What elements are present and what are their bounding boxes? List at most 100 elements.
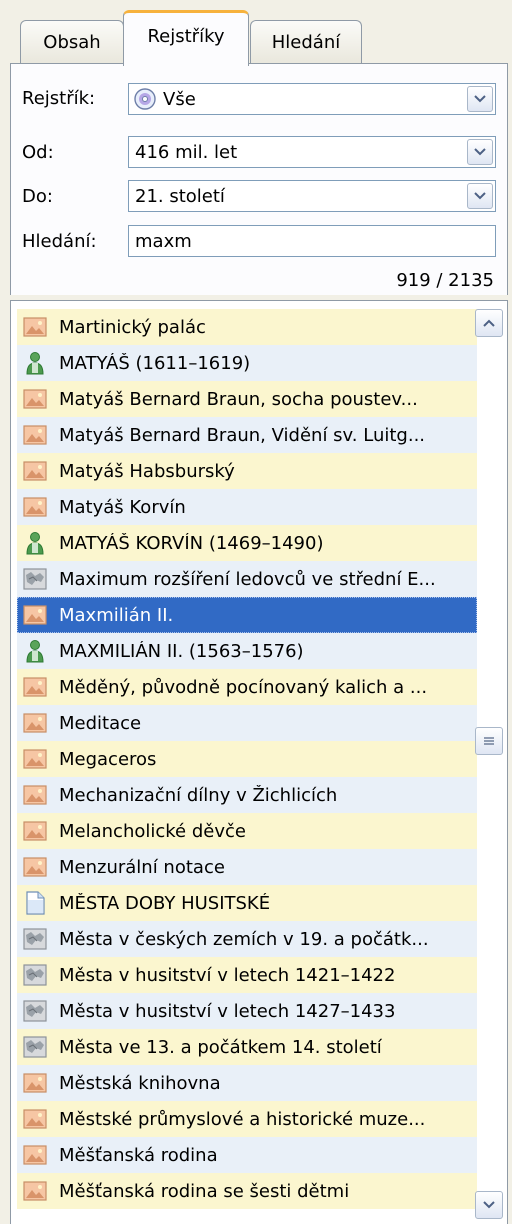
list-item-label: Matyáš Korvín	[59, 496, 186, 518]
list-item[interactable]: Mechanizační dílny v Žichlicích	[17, 777, 477, 813]
list-item[interactable]: MAXMILIÁN II. (1563–1576)	[17, 633, 477, 669]
person-icon	[26, 352, 44, 375]
list-item[interactable]: Měšťanská rodina se šesti dětmi	[17, 1173, 477, 1209]
map-icon	[23, 1036, 47, 1058]
image-icon	[23, 677, 47, 697]
list-item-label: Měšťanská rodina se šesti dětmi	[59, 1180, 350, 1202]
person-icon	[26, 532, 44, 555]
tab-bar: Obsah Rejstříky Hledání	[0, 0, 512, 66]
chevron-down-icon[interactable]	[467, 139, 493, 165]
tab-hledani[interactable]: Hledání	[250, 20, 362, 64]
list-item-label: Městské průmyslové a historické muze...	[59, 1108, 426, 1130]
od-select[interactable]: 416 mil. let	[128, 136, 496, 168]
image-icon	[23, 497, 47, 517]
list-item[interactable]: Meditace	[17, 705, 477, 741]
list-item-label: Matyáš Bernard Braun, Vidění sv. Luitg..…	[59, 424, 426, 446]
list-item[interactable]: Města v českých zemích v 19. a počátk...	[17, 921, 477, 957]
grip-icon	[484, 737, 494, 745]
image-icon	[23, 857, 47, 877]
image-icon	[23, 425, 47, 445]
list-item-label: Maxmilián II.	[59, 604, 174, 626]
result-list[interactable]: Martinický palác MATYÁŠ (1611–1619) Matyáš…	[10, 300, 508, 1224]
image-icon	[23, 389, 47, 409]
list-item[interactable]: Matyáš Bernard Braun, Vidění sv. Luitg..…	[17, 417, 477, 453]
list-item-label: Martinický palác	[59, 316, 206, 338]
scroll-down-button[interactable]	[475, 1191, 503, 1219]
list-item-label: Města v husitství v letech 1427–1433	[59, 1000, 396, 1022]
rejstrik-label: Rejstřík:	[22, 88, 96, 109]
image-icon	[23, 461, 47, 481]
chevron-down-icon[interactable]	[467, 86, 493, 112]
tab-rejstriky[interactable]: Rejstříky	[123, 10, 249, 66]
list-item[interactable]: Martinický palác	[17, 309, 477, 345]
list-item[interactable]: MATYÁŠ (1611–1619)	[17, 345, 477, 381]
image-icon	[23, 605, 47, 625]
list-item-label: Meditace	[59, 712, 142, 734]
map-icon	[23, 964, 47, 986]
list-item-label: MAXMILIÁN II. (1563–1576)	[59, 640, 304, 662]
chevron-down-icon	[483, 1201, 495, 1209]
list-item[interactable]: Maxmilián II.	[17, 597, 477, 633]
list-item-label: Matyáš Bernard Braun, socha poustev...	[59, 388, 418, 410]
list-item[interactable]: MATYÁŠ KORVÍN (1469–1490)	[17, 525, 477, 561]
tab-obsah[interactable]: Obsah	[20, 20, 124, 64]
list-item[interactable]: Matyáš Habsburský	[17, 453, 477, 489]
list-item-label: Melancholické děvče	[59, 820, 246, 842]
disc-icon	[134, 88, 156, 110]
list-item[interactable]: Menzurální notace	[17, 849, 477, 885]
scroll-up-button[interactable]	[475, 309, 503, 337]
image-icon	[23, 785, 47, 805]
list-item[interactable]: Matyáš Bernard Braun, socha poustev...	[17, 381, 477, 417]
do-select[interactable]: 21. století	[128, 180, 496, 212]
image-icon	[23, 749, 47, 769]
list-item-label: Městská knihovna	[59, 1072, 221, 1094]
hledani-label: Hledání:	[22, 231, 97, 252]
do-value: 21. století	[135, 185, 225, 207]
list-item-label: MĚSTA DOBY HUSITSKÉ	[59, 892, 271, 914]
result-rows: Martinický palác MATYÁŠ (1611–1619) Matyáš…	[17, 309, 477, 1209]
list-item[interactable]: Matyáš Korvín	[17, 489, 477, 525]
list-item-label: Menzurální notace	[59, 856, 225, 878]
chevron-down-icon[interactable]	[467, 183, 493, 209]
list-item-label: Města v českých zemích v 19. a počátk...	[59, 928, 429, 950]
list-item-label: Matyáš Habsburský	[59, 460, 235, 482]
list-item[interactable]: Měšťanská rodina	[17, 1137, 477, 1173]
image-icon	[23, 821, 47, 841]
list-item-label: MATYÁŠ (1611–1619)	[59, 352, 251, 374]
document-icon	[26, 891, 45, 915]
list-item-label: Megaceros	[59, 748, 157, 770]
image-icon	[23, 1109, 47, 1129]
search-input[interactable]	[128, 225, 496, 257]
list-item-label: Města v husitství v letech 1421–1422	[59, 964, 396, 986]
image-icon	[23, 713, 47, 733]
rejstrik-value: Vše	[163, 88, 196, 110]
list-item[interactable]: Maximum rozšíření ledovců ve střední E..…	[17, 561, 477, 597]
list-item[interactable]: Melancholické děvče	[17, 813, 477, 849]
image-icon	[23, 1073, 47, 1093]
result-count: 919 / 2135	[396, 270, 494, 291]
list-item-label: MATYÁŠ KORVÍN (1469–1490)	[59, 532, 324, 554]
list-item[interactable]: Městské průmyslové a historické muze...	[17, 1101, 477, 1137]
chevron-up-icon	[483, 319, 495, 327]
map-icon	[23, 568, 47, 590]
list-item-label: Města ve 13. a počátkem 14. století	[59, 1036, 382, 1058]
list-item[interactable]: Měděný, původně pocínovaný kalich a ...	[17, 669, 477, 705]
person-icon	[26, 640, 44, 663]
image-icon	[23, 1145, 47, 1165]
list-item[interactable]: Města ve 13. a počátkem 14. století	[17, 1029, 477, 1065]
list-item-label: Měšťanská rodina	[59, 1144, 218, 1166]
list-item[interactable]: Města v husitství v letech 1421–1422	[17, 957, 477, 993]
map-icon	[23, 1000, 47, 1022]
list-item[interactable]: Města v husitství v letech 1427–1433	[17, 993, 477, 1029]
list-item[interactable]: Megaceros	[17, 741, 477, 777]
scrollbar-thumb[interactable]	[475, 727, 503, 755]
map-icon	[23, 928, 47, 950]
list-item-label: Měděný, původně pocínovaný kalich a ...	[59, 676, 428, 698]
list-item-label: Maximum rozšíření ledovců ve střední E..…	[59, 568, 436, 590]
list-item[interactable]: MĚSTA DOBY HUSITSKÉ	[17, 885, 477, 921]
list-item[interactable]: Městská knihovna	[17, 1065, 477, 1101]
do-label: Do:	[22, 186, 53, 207]
rejstrik-select[interactable]: Vše	[128, 83, 496, 115]
list-item-label: Mechanizační dílny v Žichlicích	[59, 784, 338, 806]
image-icon	[23, 317, 47, 337]
